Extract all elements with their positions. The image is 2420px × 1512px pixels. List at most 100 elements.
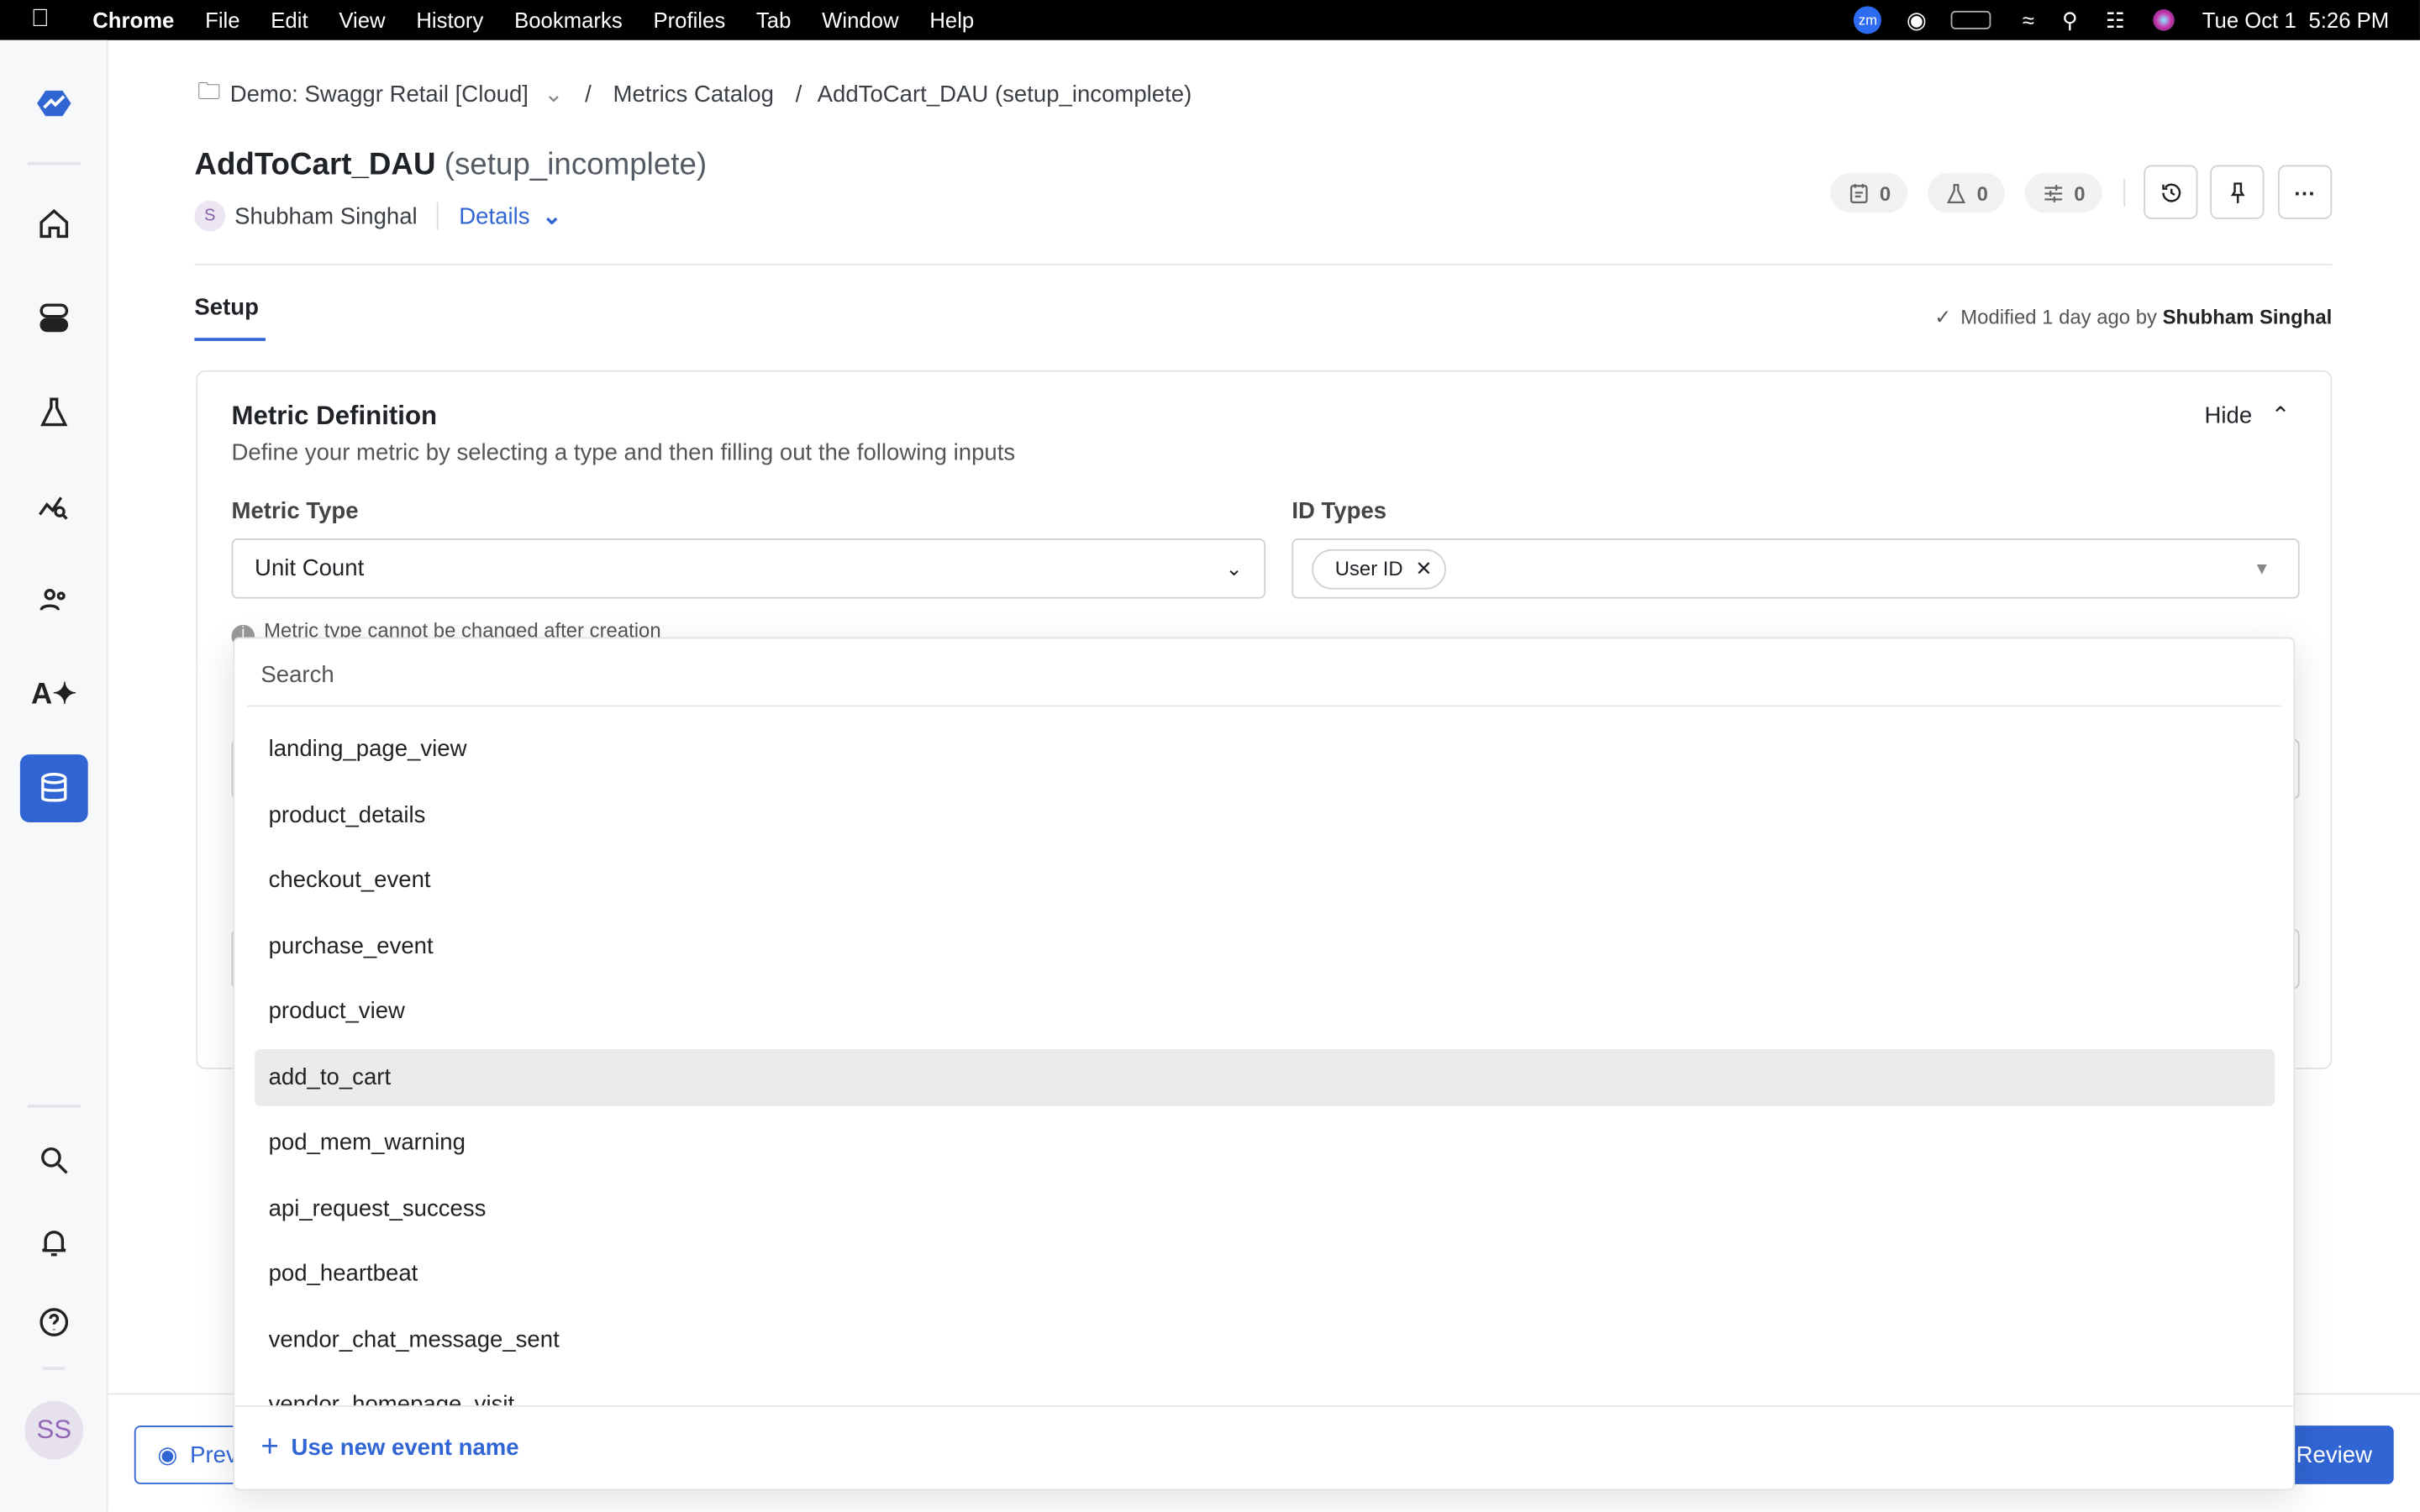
details-toggle[interactable]: Details bbox=[459, 203, 529, 229]
dropdown-option[interactable]: checkout_event bbox=[255, 852, 2275, 909]
header-divider bbox=[194, 264, 2333, 265]
modified-info: ✓ Modified 1 day ago by Shubham Singhal bbox=[1934, 306, 2332, 330]
spotlight-search-icon[interactable]: ⚲ bbox=[2062, 7, 2078, 33]
user-avatar[interactable]: SS bbox=[24, 1400, 84, 1460]
app-logo-icon[interactable] bbox=[20, 70, 88, 138]
flask-icon bbox=[1946, 183, 1965, 203]
dropdown-option[interactable]: vendor_chat_message_sent bbox=[255, 1311, 2275, 1368]
dropdown-option[interactable]: pod_mem_warning bbox=[255, 1114, 2275, 1171]
dropdown-option[interactable]: product_view bbox=[255, 983, 2275, 1040]
search-icon[interactable] bbox=[20, 1126, 88, 1194]
apple-icon[interactable]:  bbox=[0, 6, 65, 34]
notes-icon bbox=[1849, 183, 1868, 203]
control-center-icon[interactable]: ☷ bbox=[2106, 7, 2125, 33]
dropdown-option-highlighted[interactable]: add_to_cart bbox=[255, 1048, 2275, 1106]
breadcrumb-separator: / bbox=[795, 81, 802, 108]
wifi-icon[interactable]: ≈ bbox=[2023, 8, 2034, 32]
remove-chip-icon[interactable]: ✕ bbox=[1415, 556, 1432, 580]
dropdown-option[interactable]: pod_heartbeat bbox=[255, 1245, 2275, 1302]
configs-count: 0 bbox=[2074, 181, 2086, 205]
id-types-select[interactable]: User ID ✕ ▼ bbox=[1292, 538, 2300, 599]
menu-history[interactable]: History bbox=[401, 8, 499, 32]
use-new-event-button[interactable]: + Use new event name bbox=[260, 1431, 518, 1462]
menu-window[interactable]: Window bbox=[807, 8, 914, 32]
divider bbox=[437, 202, 439, 230]
menu-file[interactable]: File bbox=[190, 8, 255, 32]
user-account-icon[interactable]: ◉ bbox=[1907, 6, 1927, 34]
pin-icon bbox=[2229, 181, 2244, 202]
modified-user: Shubham Singhal bbox=[2162, 305, 2333, 329]
zoom-icon[interactable]: zm bbox=[1854, 6, 1882, 34]
chip-label: User ID bbox=[1334, 557, 1403, 580]
history-icon bbox=[2161, 182, 2181, 202]
breadcrumb-metrics-catalog[interactable]: Metrics Catalog bbox=[613, 81, 774, 107]
check-icon: ✓ bbox=[1934, 305, 1952, 329]
breadcrumb: 🗀 Demo: Swaggr Retail [Cloud] ⌄ / Metric… bbox=[197, 77, 1192, 111]
menu-bookmarks[interactable]: Bookmarks bbox=[499, 8, 638, 32]
dropdown-option[interactable]: api_request_success bbox=[255, 1180, 2275, 1237]
help-icon[interactable] bbox=[20, 1289, 88, 1357]
sidebar-divider bbox=[43, 1367, 66, 1370]
author-name: Shubham Singhal bbox=[234, 202, 418, 229]
history-button[interactable] bbox=[2144, 165, 2198, 219]
breadcrumb-project[interactable]: Demo: Swaggr Retail [Cloud] bbox=[230, 81, 529, 107]
battery-icon[interactable] bbox=[1951, 10, 1992, 29]
chevron-down-icon[interactable]: ⌄ bbox=[544, 81, 563, 108]
menu-edit[interactable]: Edit bbox=[255, 8, 324, 32]
author-row: S Shubham Singhal Details ⌄ bbox=[194, 199, 561, 233]
modified-text: Modified 1 day ago by bbox=[1960, 305, 2157, 329]
experiments-count-badge[interactable]: 0 bbox=[1928, 172, 2005, 213]
more-options-button[interactable]: ··· bbox=[2277, 165, 2333, 219]
sidebar-divider bbox=[28, 1105, 81, 1108]
dropdown-option[interactable]: product_details bbox=[255, 787, 2275, 844]
metric-type-label: Metric Type bbox=[231, 498, 359, 525]
divider bbox=[246, 705, 2281, 707]
ai-icon[interactable]: A✦ bbox=[20, 660, 88, 728]
dropdown-option[interactable]: purchase_event bbox=[255, 918, 2275, 975]
metric-name: AddToCart_DAU bbox=[194, 148, 436, 182]
analytics-icon[interactable] bbox=[20, 472, 88, 540]
home-icon[interactable] bbox=[20, 190, 88, 258]
siri-icon[interactable] bbox=[2153, 9, 2175, 31]
section-title: Metric Definition bbox=[231, 401, 438, 431]
sidebar: A✦ SS bbox=[0, 39, 108, 1512]
menu-help[interactable]: Help bbox=[914, 8, 990, 32]
metrics-catalog-database-icon[interactable] bbox=[19, 754, 88, 822]
metric-status: (setup_incomplete) bbox=[444, 148, 708, 182]
notifications-bell-icon[interactable] bbox=[20, 1208, 88, 1276]
section-subtitle: Define your metric by selecting a type a… bbox=[231, 439, 1016, 466]
folder-icon: 🗀 bbox=[197, 77, 221, 104]
hide-toggle[interactable]: Hide ⌃ bbox=[2205, 402, 2291, 428]
metric-type-value: Unit Count bbox=[255, 555, 365, 582]
tab-active-underline bbox=[194, 338, 266, 341]
metric-type-select[interactable]: Unit Count ⌄ bbox=[231, 538, 1266, 599]
dropdown-caret-icon: ▼ bbox=[2253, 559, 2270, 578]
id-types-label: ID Types bbox=[1292, 498, 1387, 525]
users-icon[interactable] bbox=[20, 566, 88, 634]
tab-setup[interactable]: Setup bbox=[194, 295, 259, 321]
eye-icon: ◉ bbox=[157, 1442, 178, 1469]
menu-time[interactable]: 5:26 PM bbox=[2308, 8, 2389, 32]
chevron-down-icon[interactable]: ⌄ bbox=[542, 202, 561, 229]
use-new-event-label: Use new event name bbox=[291, 1434, 519, 1461]
chevron-down-icon: ⌄ bbox=[1225, 556, 1243, 580]
menu-app-name[interactable]: Chrome bbox=[65, 8, 190, 32]
sliders-icon bbox=[2044, 184, 2062, 202]
pin-button[interactable] bbox=[2210, 165, 2265, 219]
id-type-chip: User ID ✕ bbox=[1312, 548, 1446, 589]
dropdown-search-input[interactable]: Search bbox=[260, 662, 334, 688]
event-dropdown: Search landing_page_view product_details… bbox=[233, 637, 2296, 1491]
notes-count-badge[interactable]: 0 bbox=[1830, 172, 1908, 213]
breadcrumb-current: AddToCart_DAU (setup_incomplete) bbox=[817, 81, 1192, 108]
menu-date[interactable]: Tue Oct 1 bbox=[2202, 8, 2296, 32]
author-avatar: S bbox=[194, 200, 226, 232]
dropdown-option[interactable]: landing_page_view bbox=[255, 721, 2275, 778]
configs-count-badge[interactable]: 0 bbox=[2024, 172, 2102, 213]
feature-gates-icon[interactable] bbox=[20, 284, 88, 352]
sidebar-divider bbox=[28, 161, 81, 165]
experiments-flask-icon[interactable] bbox=[20, 378, 88, 446]
menu-view[interactable]: View bbox=[324, 8, 401, 32]
menu-profiles[interactable]: Profiles bbox=[638, 8, 740, 32]
menu-tab[interactable]: Tab bbox=[741, 8, 807, 32]
notes-count: 0 bbox=[1879, 181, 1891, 205]
